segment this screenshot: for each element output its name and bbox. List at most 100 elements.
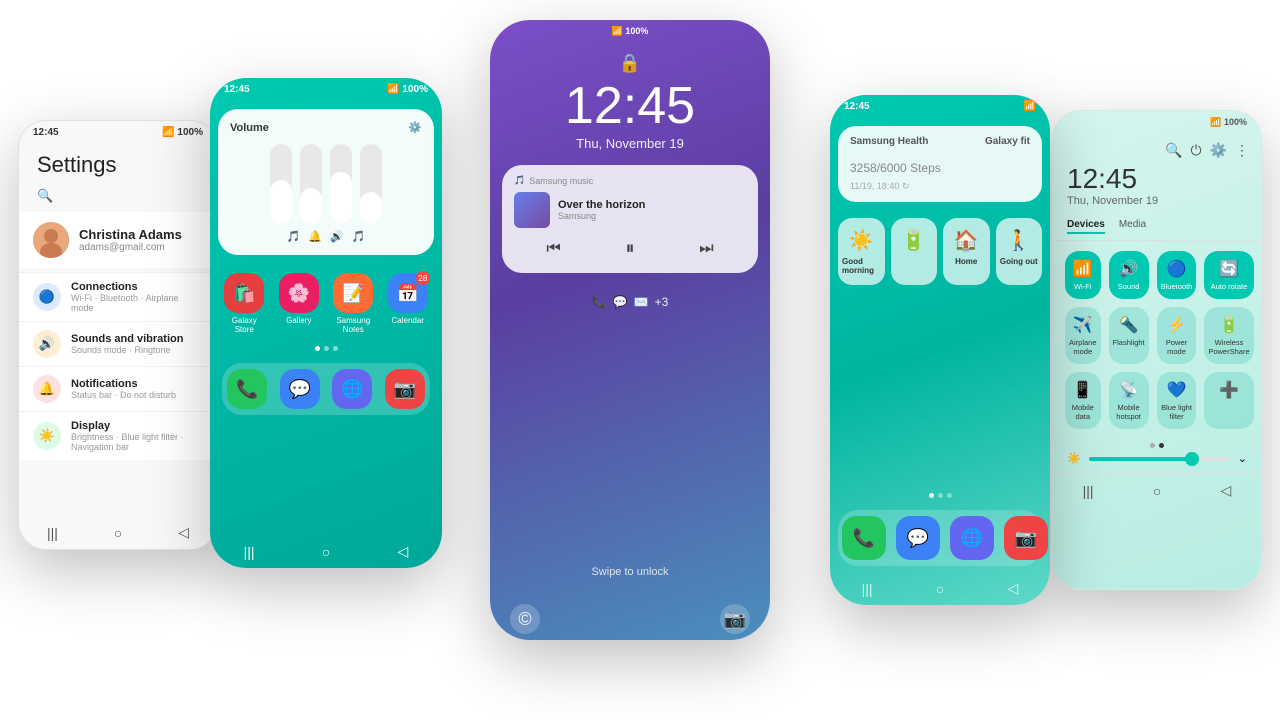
- volume-settings-icon[interactable]: ⚙️: [408, 121, 422, 134]
- shortcut-going-out[interactable]: 🚶 Going out: [996, 218, 1043, 285]
- nav-back-2[interactable]: |||: [244, 544, 255, 560]
- shortcut-home[interactable]: 🏠 Home: [943, 218, 990, 285]
- vol-slider-2[interactable]: [300, 144, 322, 224]
- tab-media[interactable]: Media: [1119, 219, 1146, 234]
- phone-volume: 12:45 📶 100% Volume ⚙️: [210, 78, 442, 568]
- phone-nav-1: ||| ○ ◁: [19, 516, 217, 549]
- brightness-bar[interactable]: [1089, 457, 1230, 461]
- tile-power[interactable]: ⚡ Power mode: [1157, 307, 1197, 364]
- phone-lockscreen: 📶 100% 🔒 12:45 Thu, November 19 🎵 Samsun…: [490, 20, 770, 640]
- vol-slider-3[interactable]: [330, 144, 352, 224]
- emergency-icon[interactable]: ©: [510, 604, 540, 634]
- vol-icon-3: 🔊: [330, 230, 344, 243]
- search-icon[interactable]: 🔍: [19, 184, 217, 208]
- app-notes[interactable]: 📝 Samsung Notes: [331, 273, 376, 334]
- dot-3: [333, 346, 338, 351]
- mobile-data-icon: 📱: [1073, 380, 1093, 400]
- brightness-thumb[interactable]: [1185, 452, 1199, 466]
- profile-row[interactable]: Christina Adams adams@gmail.com: [19, 212, 217, 268]
- nav-back-4[interactable]: |||: [862, 581, 873, 597]
- more-quick-icon[interactable]: ⋮: [1235, 142, 1249, 159]
- connections-icon: 🔵: [33, 283, 61, 311]
- tile-sound[interactable]: 🔊 Sound: [1109, 251, 1149, 299]
- phone-quick-settings: 📶 100% 🔍 ⏻ ⚙️ ⋮ 12:45 Thu, November 19 D…: [1052, 110, 1262, 590]
- vol-slider-1[interactable]: [270, 144, 292, 224]
- settings-item-sound[interactable]: 🔊 Sounds and vibration Sounds mode · Rin…: [19, 321, 217, 366]
- settings-quick-icon[interactable]: ⚙️: [1210, 142, 1227, 159]
- dot-h1: [929, 493, 934, 498]
- settings-item-connections[interactable]: 🔵 Connections Wi-Fi · Bluetooth · Airpla…: [19, 272, 217, 321]
- tile-add[interactable]: ➕: [1204, 372, 1253, 429]
- nav-recent-5[interactable]: ◁: [1221, 482, 1232, 499]
- music-card[interactable]: 🎵 Samsung music Over the horizon Samsung…: [502, 165, 758, 273]
- settings-item-display[interactable]: ☀️ Display Brightness · Blue light filte…: [19, 411, 217, 460]
- camera-icon: 📷: [385, 369, 425, 409]
- search-quick-icon[interactable]: 🔍: [1165, 142, 1182, 159]
- page-dots-2: [218, 342, 434, 355]
- avatar: [33, 222, 69, 258]
- tile-wifi[interactable]: 📶 Wi-Fi: [1065, 251, 1101, 299]
- nav-home-4[interactable]: ○: [936, 581, 944, 597]
- phone-nav-2: ||| ○ ◁: [210, 535, 442, 568]
- shortcut-good-morning[interactable]: ☀️ Good morning: [838, 218, 885, 285]
- dot-q1: [1150, 443, 1155, 448]
- settings-item-notifications[interactable]: 🔔 Notifications Status bar · Do not dist…: [19, 366, 217, 411]
- dock-internet[interactable]: 🌐: [331, 369, 374, 409]
- app-gallery[interactable]: 🌸 Gallery: [277, 273, 322, 334]
- nav-recent-2[interactable]: ◁: [398, 543, 409, 560]
- nav-recent-4[interactable]: ◁: [1008, 580, 1019, 597]
- dock-phone[interactable]: 📞: [226, 369, 269, 409]
- dock-phone-4[interactable]: 📞: [842, 516, 886, 560]
- camera-quick-icon[interactable]: 📷: [720, 604, 750, 634]
- nav-home-1[interactable]: ○: [114, 525, 122, 541]
- settings-content: Settings 🔍 Christina Adams adams@gmail.c…: [19, 144, 217, 516]
- next-button[interactable]: ⏭: [699, 240, 713, 258]
- prev-button[interactable]: ⏮: [546, 240, 560, 258]
- vol-slider-4[interactable]: [360, 144, 382, 224]
- nav-recent-1[interactable]: ◁: [178, 524, 189, 541]
- shortcut-battery[interactable]: 🔋: [891, 218, 938, 285]
- nav-back-5[interactable]: |||: [1083, 483, 1094, 499]
- swipe-text: Swipe to unlock: [591, 566, 668, 588]
- mobile-data-label: Mobile data: [1069, 403, 1097, 421]
- page-dots-4: [830, 489, 1050, 502]
- tile-hotspot[interactable]: 📡 Mobile hotspot: [1109, 372, 1149, 429]
- tile-airplane[interactable]: ✈️ Airplane mode: [1065, 307, 1101, 364]
- camera-icon-4: 📷: [1004, 516, 1048, 560]
- dock-messages[interactable]: 💬: [279, 369, 322, 409]
- lock-screen: 🔒 12:45 Thu, November 19 🎵 Samsung music…: [490, 43, 770, 598]
- nav-home-5[interactable]: ○: [1153, 483, 1161, 499]
- status-bar-2: 12:45 📶 100%: [210, 78, 442, 101]
- nav-home-2[interactable]: ○: [322, 544, 330, 560]
- dock-messages-4[interactable]: 💬: [896, 516, 940, 560]
- sound-info: Sounds and vibration Sounds mode · Ringt…: [71, 333, 203, 355]
- health-spacer: [830, 293, 1050, 489]
- app-calendar[interactable]: 📅 28 Calendar: [386, 273, 431, 334]
- signal-3: 📶 100%: [612, 26, 649, 37]
- bluetooth-icon: 🔵: [1167, 259, 1187, 279]
- app-galaxy-store[interactable]: 🛍️ Galaxy Store: [222, 273, 267, 334]
- tile-mobile-data[interactable]: 📱 Mobile data: [1065, 372, 1101, 429]
- battery-icon: 🔋: [901, 228, 926, 253]
- dock-camera-4[interactable]: 📷: [1004, 516, 1048, 560]
- shortcut-grid: ☀️ Good morning 🔋 🏠 Home 🚶 Going out: [838, 218, 1042, 285]
- brightness-expand-icon[interactable]: ⌄: [1238, 452, 1247, 465]
- dock-internet-4[interactable]: 🌐: [950, 516, 994, 560]
- music-text: Over the horizon Samsung: [558, 199, 645, 221]
- nav-back-1[interactable]: |||: [47, 525, 58, 541]
- tab-devices[interactable]: Devices: [1067, 219, 1105, 234]
- airplane-icon: ✈️: [1073, 315, 1093, 335]
- flashlight-icon: 🔦: [1119, 315, 1139, 335]
- bluelight-label: Blue light filter: [1161, 403, 1193, 421]
- tile-flashlight[interactable]: 🔦 Flashlight: [1109, 307, 1149, 364]
- tile-wireless-share[interactable]: 🔋 Wireless PowerShare: [1204, 307, 1253, 364]
- notif-email: ✉️: [634, 295, 649, 309]
- signal-1: 📶 100%: [162, 127, 203, 138]
- dock-camera[interactable]: 📷: [384, 369, 427, 409]
- tile-bluelight[interactable]: 💙 Blue light filter: [1157, 372, 1197, 429]
- tile-rotate[interactable]: 🔄 Auto rotate: [1204, 251, 1253, 299]
- power-quick-icon[interactable]: ⏻: [1190, 142, 1201, 159]
- good-morning-label: Good morning: [842, 257, 881, 275]
- tile-bluetooth[interactable]: 🔵 Bluetooth: [1157, 251, 1197, 299]
- play-pause-button[interactable]: ⏸: [625, 238, 634, 259]
